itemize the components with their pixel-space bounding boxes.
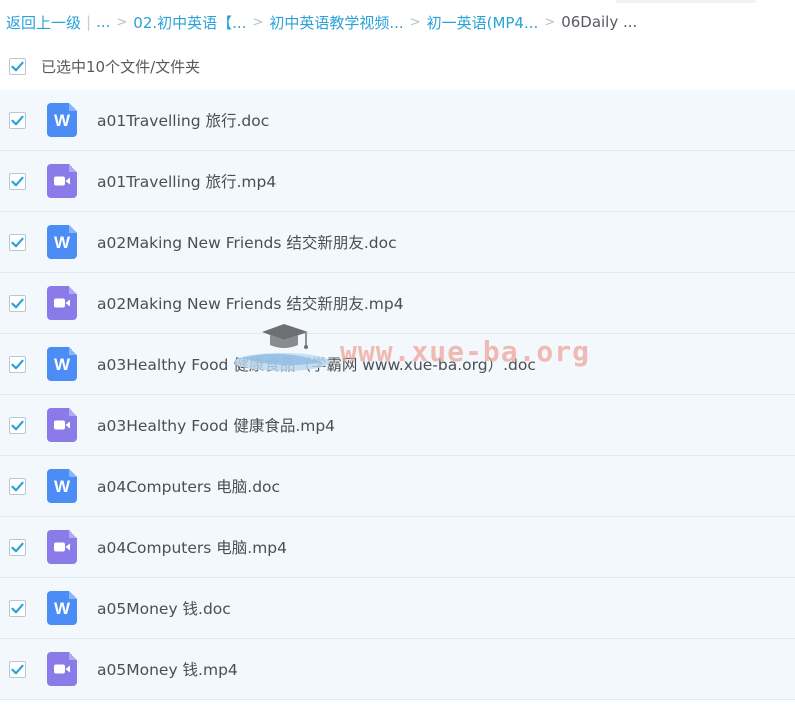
file-row[interactable]: a04Computers 电脑.mp4 (0, 517, 795, 578)
video-file-icon (47, 408, 77, 442)
file-name[interactable]: a02Making New Friends 结交新朋友.mp4 (97, 292, 404, 314)
video-file-icon (47, 652, 77, 686)
file-row[interactable]: Wa05Money 钱.doc (0, 578, 795, 639)
file-row[interactable]: Wa02Making New Friends 结交新朋友.doc (0, 212, 795, 273)
camera-icon (54, 176, 70, 186)
file-checkbox[interactable] (9, 477, 26, 495)
breadcrumb-current: 06Daily ... (561, 13, 638, 31)
checkmark-icon (11, 603, 24, 613)
file-row[interactable]: a01Travelling 旅行.mp4 (0, 151, 795, 212)
chevron-right-icon: > (409, 14, 421, 30)
breadcrumb-item[interactable]: 初中英语教学视频... (269, 12, 403, 33)
camera-icon (54, 420, 70, 430)
file-row[interactable]: Wa03Healthy Food 健康食品（学霸网 www.xue-ba.org… (0, 334, 795, 395)
file-browser: 返回上一级 | ... > 02.初中英语【... > 初中英语教学视频... … (0, 0, 795, 706)
file-name[interactable]: a05Money 钱.mp4 (97, 658, 238, 680)
select-all-checkbox[interactable] (9, 57, 26, 75)
checkmark-icon (11, 664, 24, 674)
file-checkbox[interactable] (9, 294, 26, 312)
file-list: Wa01Travelling 旅行.doc a01Travelling 旅行.mp… (0, 90, 795, 700)
top-scroll-indicator (616, 0, 756, 3)
file-row[interactable]: Wa01Travelling 旅行.doc (0, 90, 795, 151)
back-link[interactable]: 返回上一级 (6, 12, 81, 33)
breadcrumb-ellipsis[interactable]: ... (96, 13, 110, 31)
checkmark-icon (11, 359, 24, 369)
file-row[interactable]: Wa04Computers 电脑.doc (0, 456, 795, 517)
file-name[interactable]: a05Money 钱.doc (97, 597, 231, 619)
video-file-icon (47, 286, 77, 320)
file-checkbox[interactable] (9, 660, 26, 678)
checkmark-icon (11, 298, 24, 308)
video-file-icon (47, 164, 77, 198)
file-name[interactable]: a04Computers 电脑.mp4 (97, 536, 287, 558)
file-name[interactable]: a01Travelling 旅行.mp4 (97, 170, 276, 192)
camera-icon (54, 664, 70, 674)
chevron-right-icon: > (544, 14, 556, 30)
file-checkbox[interactable] (9, 172, 26, 190)
doc-icon-letter: W (53, 599, 71, 618)
doc-icon-letter: W (53, 111, 71, 130)
video-file-icon (47, 530, 77, 564)
word-doc-icon: W (47, 225, 77, 259)
selection-count-label: 已选中10个文件/文件夹 (41, 57, 201, 76)
file-name[interactable]: a01Travelling 旅行.doc (97, 109, 269, 131)
file-name[interactable]: a04Computers 电脑.doc (97, 475, 280, 497)
breadcrumb-divider: | (86, 13, 92, 31)
select-all-row: 已选中10个文件/文件夹 (0, 52, 795, 80)
chevron-right-icon: > (116, 14, 128, 30)
checkmark-icon (11, 420, 24, 430)
doc-icon-letter: W (53, 355, 71, 374)
file-row[interactable]: a05Money 钱.mp4 (0, 639, 795, 700)
file-row[interactable]: a03Healthy Food 健康食品.mp4 (0, 395, 795, 456)
checkmark-icon (11, 176, 24, 186)
word-doc-icon: W (47, 469, 77, 503)
word-doc-icon: W (47, 347, 77, 381)
file-name[interactable]: a03Healthy Food 健康食品.mp4 (97, 414, 335, 436)
file-checkbox[interactable] (9, 233, 26, 251)
word-doc-icon: W (47, 591, 77, 625)
word-doc-icon: W (47, 103, 77, 137)
checkmark-icon (11, 61, 24, 71)
breadcrumb-item[interactable]: 初一英语(MP4... (427, 12, 539, 33)
checkmark-icon (11, 542, 24, 552)
file-checkbox[interactable] (9, 111, 26, 129)
chevron-right-icon: > (252, 14, 264, 30)
file-checkbox[interactable] (9, 538, 26, 556)
camera-icon (54, 298, 70, 308)
breadcrumb: 返回上一级 | ... > 02.初中英语【... > 初中英语教学视频... … (6, 11, 637, 33)
file-row[interactable]: a02Making New Friends 结交新朋友.mp4 (0, 273, 795, 334)
camera-icon (54, 542, 70, 552)
file-checkbox[interactable] (9, 599, 26, 617)
file-name[interactable]: a02Making New Friends 结交新朋友.doc (97, 231, 397, 253)
breadcrumb-item[interactable]: 02.初中英语【... (133, 12, 246, 33)
doc-icon-letter: W (53, 477, 71, 496)
file-name[interactable]: a03Healthy Food 健康食品（学霸网 www.xue-ba.org）… (97, 353, 536, 375)
file-checkbox[interactable] (9, 355, 26, 373)
file-checkbox[interactable] (9, 416, 26, 434)
doc-icon-letter: W (53, 233, 71, 252)
checkmark-icon (11, 481, 24, 491)
checkmark-icon (11, 115, 24, 125)
checkmark-icon (11, 237, 24, 247)
